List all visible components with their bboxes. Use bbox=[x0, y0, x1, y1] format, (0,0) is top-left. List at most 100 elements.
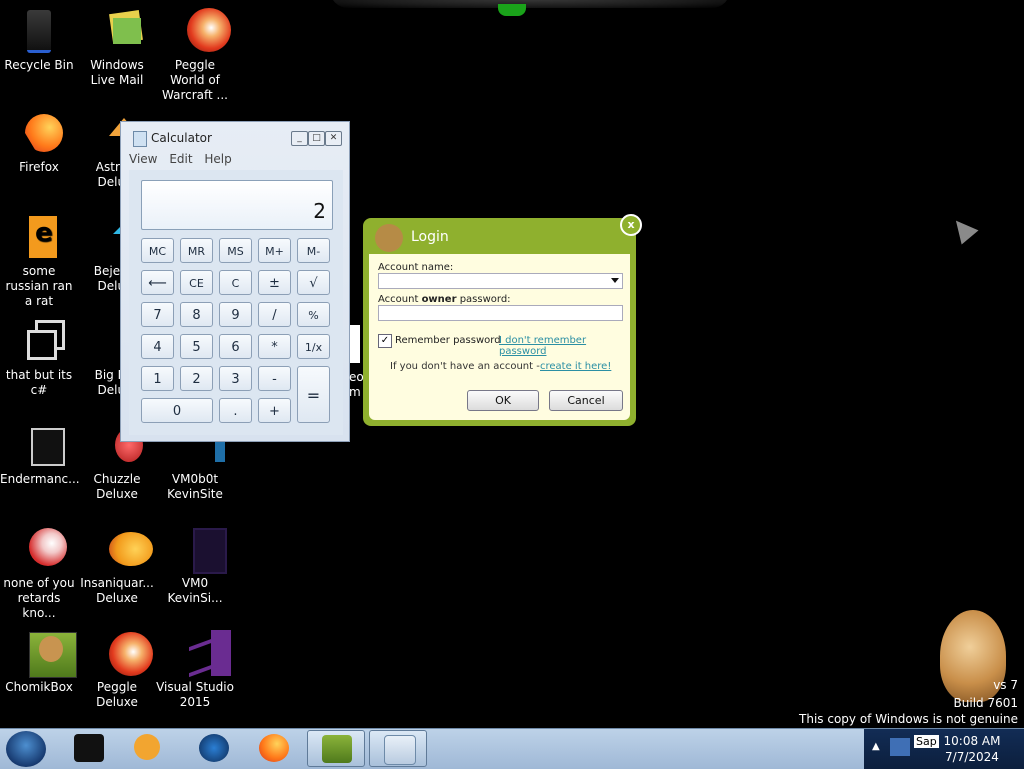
desktop-icon-visual-studio-2015[interactable]: Visual Studio 2015 bbox=[156, 630, 234, 710]
desktop-icon-windows-live-mail[interactable]: Windows Live Mail bbox=[78, 8, 156, 88]
peggle-icon bbox=[171, 8, 231, 56]
shortcut-icon bbox=[15, 318, 65, 366]
menu-help[interactable]: Help bbox=[204, 152, 231, 166]
key-0[interactable]: 0 bbox=[141, 398, 213, 423]
login-form: Account name: Account owner password: ✓ … bbox=[369, 254, 630, 420]
top-green-indicator bbox=[498, 4, 526, 16]
minimize-button[interactable]: _ bbox=[291, 131, 308, 146]
desktop-icon-label: Chuzzle Deluxe bbox=[93, 472, 141, 501]
no-account-text: If you don't have an account - bbox=[390, 361, 540, 372]
close-button[interactable]: ✕ bbox=[325, 131, 342, 146]
ok-button[interactable]: OK bbox=[467, 390, 539, 411]
key-3[interactable]: 3 bbox=[219, 366, 252, 391]
taskbar-item-calculator[interactable] bbox=[369, 730, 427, 767]
key-5[interactable]: 5 bbox=[180, 334, 213, 359]
desktop-icon-label: ChomikBox bbox=[5, 680, 73, 694]
key-sqrt[interactable]: √ bbox=[297, 270, 330, 295]
peggle-icon bbox=[93, 630, 153, 678]
key-1[interactable]: 1 bbox=[141, 366, 174, 391]
key-mr[interactable]: MR bbox=[180, 238, 213, 263]
program-icon bbox=[15, 422, 65, 470]
calculator-titlebar[interactable]: Calculator _ □ ✕ bbox=[121, 122, 349, 150]
key-7[interactable]: 7 bbox=[141, 302, 174, 327]
key-8[interactable]: 8 bbox=[180, 302, 213, 327]
close-glyph: x bbox=[627, 218, 635, 231]
password-label-bold: owner bbox=[421, 294, 457, 305]
terminal-icon bbox=[74, 734, 104, 762]
taskbar-item-browser[interactable] bbox=[185, 730, 243, 767]
key-ms[interactable]: MS bbox=[219, 238, 252, 263]
key-ce[interactable]: CE bbox=[180, 270, 213, 295]
key-4[interactable]: 4 bbox=[141, 334, 174, 359]
key-mc[interactable]: MC bbox=[141, 238, 174, 263]
desktop-icon-recycle-bin[interactable]: Recycle Bin bbox=[0, 8, 78, 73]
key-6[interactable]: 6 bbox=[219, 334, 252, 359]
password-field[interactable] bbox=[378, 305, 623, 321]
document-icon: e bbox=[15, 214, 63, 262]
taskbar-item-media-player[interactable] bbox=[120, 730, 178, 767]
desktop-icon-label: some russian ran a rat bbox=[5, 264, 73, 308]
key-reciprocal[interactable]: 1/x bbox=[297, 334, 330, 359]
forgot-password-link[interactable]: I don't remember password bbox=[499, 335, 630, 357]
key-mminus[interactable]: M- bbox=[297, 238, 330, 263]
icon-label-fragment: eo m bbox=[349, 370, 364, 399]
desktop-icon-peggle-deluxe[interactable]: Peggle Deluxe bbox=[78, 630, 156, 710]
password-label-part: password: bbox=[456, 294, 511, 305]
language-indicator[interactable]: Sap bbox=[914, 735, 939, 748]
key-backspace[interactable]: ⟵ bbox=[141, 270, 174, 295]
taskbar-item-firefox[interactable] bbox=[245, 730, 303, 767]
desktop-icon-endermanch[interactable]: Endermanc... bbox=[0, 422, 80, 487]
dialog-close-button[interactable]: x bbox=[620, 214, 642, 236]
desktop-icon-that-but-its-cs[interactable]: that but its c# bbox=[0, 318, 78, 398]
vm-icon bbox=[171, 526, 227, 574]
desktop-icon-chomikbox[interactable]: ChomikBox bbox=[0, 630, 78, 695]
chomikbox-icon bbox=[15, 630, 77, 678]
desktop-icon-label: Recycle Bin bbox=[4, 58, 74, 72]
menu-bar: View Edit Help bbox=[129, 152, 463, 166]
desktop: Recycle Bin Firefox e some russian ran a… bbox=[0, 0, 1024, 728]
account-name-combobox[interactable] bbox=[378, 273, 623, 289]
clock[interactable]: 10:08 AM 7/7/2024 bbox=[940, 733, 1004, 765]
key-add[interactable]: + bbox=[258, 398, 291, 423]
key-equals[interactable]: = bbox=[297, 366, 330, 423]
chomikbox-icon bbox=[322, 735, 352, 763]
taskbar-item-chomikbox[interactable] bbox=[307, 730, 365, 767]
desktop-icon-some-russian[interactable]: e some russian ran a rat bbox=[0, 214, 78, 309]
key-mplus[interactable]: M+ bbox=[258, 238, 291, 263]
key-plusminus[interactable]: ± bbox=[258, 270, 291, 295]
desktop-icon-firefox[interactable]: Firefox bbox=[0, 110, 78, 175]
desktop-icon-insaniquarium[interactable]: Insaniquar... Deluxe bbox=[78, 526, 156, 606]
dropdown-arrow-icon[interactable] bbox=[611, 278, 619, 283]
key-9[interactable]: 9 bbox=[219, 302, 252, 327]
menu-edit[interactable]: Edit bbox=[169, 152, 192, 166]
desktop-icon-peggle-wow[interactable]: Peggle World of Warcraft ... bbox=[156, 8, 234, 103]
desktop-icon-label: that but its c# bbox=[5, 368, 73, 397]
desktop-icon-none-of-you[interactable]: none of you retards kno... bbox=[0, 526, 78, 621]
key-divide[interactable]: / bbox=[258, 302, 291, 327]
fish-icon bbox=[93, 526, 153, 574]
calculator-window[interactable]: Calculator _ □ ✕ View Edit Help 2 MC MR … bbox=[120, 121, 350, 442]
desktop-icon-vm0-kevinsite[interactable]: VM0 KevinSi... bbox=[156, 526, 234, 606]
maximize-button[interactable]: □ bbox=[308, 131, 325, 146]
show-hidden-icons-button[interactable]: ▲ bbox=[872, 741, 880, 752]
dialog-title: Login bbox=[411, 229, 449, 245]
key-c[interactable]: C bbox=[219, 270, 252, 295]
key-percent[interactable]: % bbox=[297, 302, 330, 327]
remember-password-checkbox[interactable]: ✓ bbox=[378, 334, 392, 348]
calculator-display: 2 bbox=[141, 180, 333, 230]
cancel-button[interactable]: Cancel bbox=[549, 390, 623, 411]
start-button[interactable] bbox=[6, 731, 46, 767]
create-account-link[interactable]: create it here! bbox=[540, 361, 611, 372]
menu-view[interactable]: View bbox=[129, 152, 157, 166]
clock-date: 7/7/2024 bbox=[945, 750, 999, 764]
login-dialog[interactable]: x Login Account name: Account owner pass… bbox=[363, 214, 642, 426]
key-multiply[interactable]: * bbox=[258, 334, 291, 359]
taskbar-item-explorer[interactable] bbox=[60, 730, 118, 767]
desktop-icon-label: Visual Studio 2015 bbox=[156, 680, 234, 709]
watermark-line3: This copy of Windows is not genuine bbox=[799, 712, 1018, 726]
key-2[interactable]: 2 bbox=[180, 366, 213, 391]
key-decimal[interactable]: . bbox=[219, 398, 252, 423]
key-subtract[interactable]: - bbox=[258, 366, 291, 391]
network-icon[interactable] bbox=[890, 738, 910, 756]
mouse-cursor-icon bbox=[947, 213, 979, 245]
